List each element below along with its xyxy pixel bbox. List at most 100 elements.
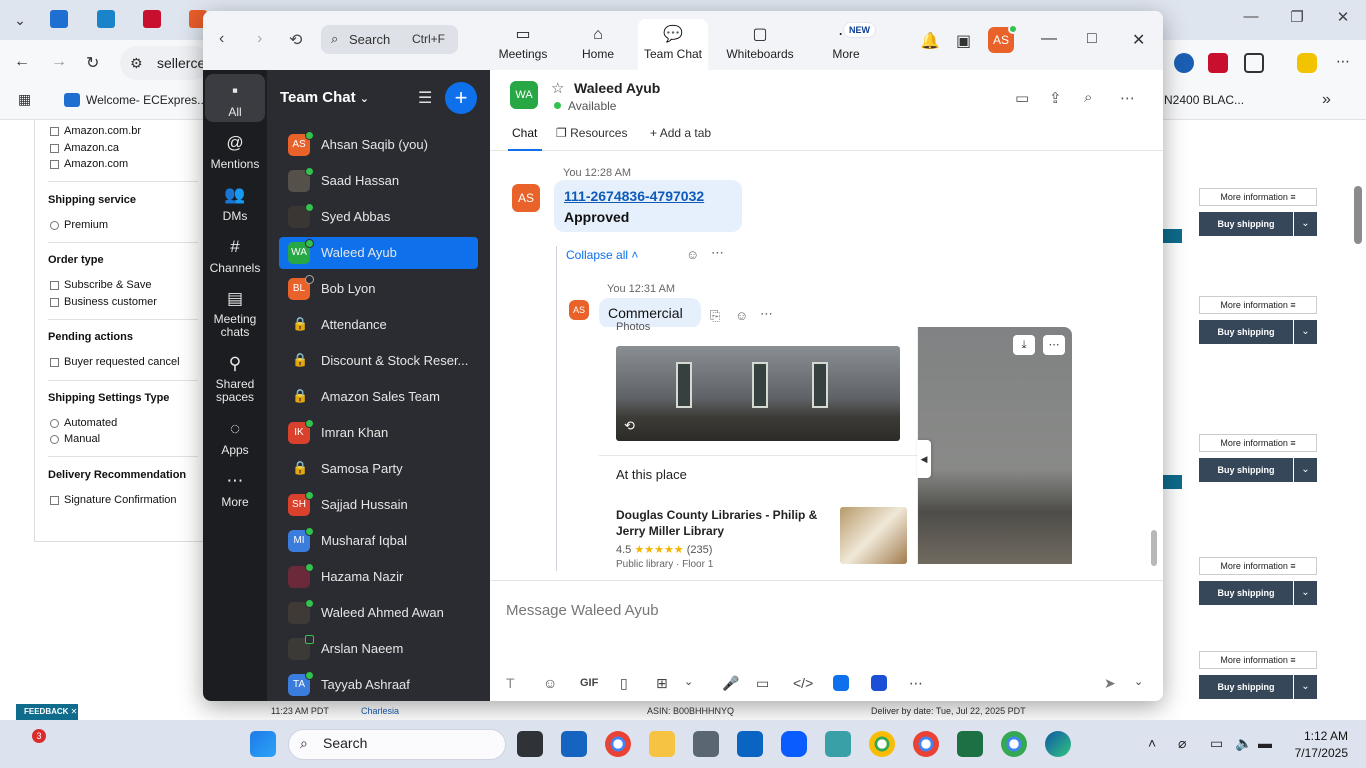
buyer-name-link[interactable]: Charlesia (361, 706, 399, 716)
tab-whiteboards[interactable]: ▢ Whiteboards (724, 19, 796, 70)
tab-favicon-ec[interactable] (50, 10, 68, 28)
zoom-maximize-icon[interactable]: □ (1087, 30, 1097, 48)
store-icon[interactable] (561, 731, 587, 757)
street-view-image[interactable]: ⤓ ⋯ (918, 327, 1072, 564)
collapse-panel-icon[interactable]: ◀ (917, 440, 931, 478)
display-icon[interactable]: ▭ (1210, 735, 1223, 752)
share-screen-icon[interactable]: ⇪ (1049, 89, 1062, 107)
contact-item[interactable]: 🔒 Attendance (279, 309, 478, 341)
rail-shared-spaces[interactable]: ⚲ Shared spaces (205, 353, 265, 404)
buy-shipping-button[interactable]: Buy shipping (1199, 675, 1293, 699)
contact-item[interactable]: Hazama Nazir (279, 561, 478, 593)
message-more-icon[interactable]: ⋯ (760, 306, 773, 322)
contact-item[interactable]: IK Imran Khan (279, 417, 478, 449)
library-thumbnail[interactable] (840, 507, 907, 564)
extensions-puzzle-icon[interactable] (1244, 53, 1264, 73)
filter-business[interactable]: Business customer (50, 296, 157, 308)
checkbox-icon[interactable] (50, 280, 59, 290)
tab-meetings[interactable]: ▭ Meetings (493, 19, 553, 70)
contact-item[interactable]: AS Ahsan Saqib (you) (279, 129, 478, 161)
extension-pdf-icon[interactable] (1208, 53, 1228, 73)
more-information-button[interactable]: More information ≡ (1199, 188, 1317, 206)
video-call-icon[interactable]: ▭ (1015, 89, 1029, 107)
app-teal-icon[interactable] (825, 731, 851, 757)
chat-contact-name[interactable]: Waleed Ayub (574, 80, 660, 96)
image-more-icon[interactable]: ⋯ (1043, 335, 1065, 355)
code-icon[interactable]: </> (793, 675, 813, 691)
more-information-button[interactable]: More information ≡ (1199, 296, 1317, 314)
zoom-minimize-icon[interactable]: — (1041, 30, 1057, 48)
add-reaction-icon[interactable]: ☺ (686, 247, 699, 262)
sender-avatar[interactable]: AS (569, 300, 589, 320)
contact-item[interactable]: 🔒 Discount & Stock Reser... (279, 345, 478, 377)
checkbox-icon[interactable] (50, 143, 59, 153)
refresh-icon[interactable]: ↻ (86, 53, 99, 73)
contact-item[interactable]: MI Musharaf Iqbal (279, 525, 478, 557)
tab-home[interactable]: ⌂ Home (573, 19, 623, 70)
volume-icon[interactable]: 🔈 (1235, 735, 1252, 752)
gif-button[interactable]: GIF (580, 677, 598, 689)
star-icon[interactable]: ☆ (551, 79, 564, 97)
tab-actions-chevron-icon[interactable]: ⌄ (6, 6, 34, 34)
tab-resources[interactable]: ❐ Resources (556, 126, 627, 140)
checkbox-icon[interactable] (50, 159, 59, 169)
url-text[interactable]: sellerce (157, 55, 205, 71)
add-reaction-icon[interactable]: ☺ (735, 308, 748, 323)
browser-restore-icon[interactable]: ❐ (1282, 8, 1312, 26)
chrome-profile-icon[interactable] (1001, 731, 1027, 757)
filter-automated[interactable]: Automated (50, 417, 117, 429)
battery-icon[interactable]: ▬ (1258, 735, 1272, 751)
contact-item[interactable]: SH Sajjad Hussain (279, 489, 478, 521)
send-icon[interactable]: ➤ (1104, 675, 1116, 692)
send-options-icon[interactable]: ⌄ (1134, 675, 1143, 688)
buy-shipping-button[interactable]: Buy shipping (1199, 458, 1293, 482)
reply-thread-icon[interactable]: ⎘ (710, 308, 720, 324)
feedback-tab[interactable]: FEEDBACK ✕ (16, 704, 78, 720)
tab-favicon-red[interactable] (143, 10, 161, 28)
radio-icon[interactable] (50, 434, 59, 444)
checkbox-icon[interactable] (50, 495, 59, 505)
app-blue-icon[interactable] (833, 675, 849, 691)
filter-manual[interactable]: Manual (50, 433, 100, 445)
filter-signature[interactable]: Signature Confirmation (50, 494, 177, 506)
buy-shipping-dropdown-icon[interactable]: ⌄ (1294, 212, 1317, 236)
favorite-n2400[interactable]: N2400 BLAC... (1164, 93, 1244, 107)
rail-meeting-chats[interactable]: ▤ Meeting chats (205, 288, 265, 339)
rail-dms[interactable]: 👥 DMs (205, 184, 265, 223)
sender-avatar[interactable]: AS (512, 184, 540, 212)
forward-icon[interactable]: › (257, 30, 262, 48)
rail-channels[interactable]: # Channels (205, 236, 265, 275)
more-information-button[interactable]: More information ≡ (1199, 434, 1317, 452)
gift-icon[interactable]: ▣ (956, 31, 971, 51)
contact-item[interactable]: Syed Abbas (279, 201, 478, 233)
buy-shipping-button[interactable]: Buy shipping (1199, 212, 1293, 236)
new-chat-plus-icon[interactable]: + (445, 82, 477, 114)
buy-shipping-button[interactable]: Buy shipping (1199, 581, 1293, 605)
checkbox-icon[interactable] (50, 357, 59, 367)
checkbox-icon[interactable] (50, 126, 59, 136)
browser-close-icon[interactable]: ✕ (1328, 8, 1358, 26)
buy-shipping-dropdown-icon[interactable]: ⌄ (1294, 675, 1317, 699)
radio-icon[interactable] (50, 418, 59, 428)
more-information-button[interactable]: More information ≡ (1199, 651, 1317, 669)
more-favorites-icon[interactable]: » (1322, 91, 1331, 109)
tray-chevron-icon[interactable]: ˄ (1148, 735, 1156, 751)
browser-menu-icon[interactable]: ⋯ (1336, 53, 1350, 70)
file-explorer-icon[interactable] (649, 731, 675, 757)
forward-arrow-icon[interactable]: → (51, 53, 67, 71)
buy-shipping-dropdown-icon[interactable]: ⌄ (1294, 320, 1317, 344)
message-bubble[interactable]: 111-2674836-4797032 Approved (554, 180, 742, 232)
library-name[interactable]: Douglas County Libraries - Philip & Jerr… (616, 507, 826, 539)
file-icon[interactable]: ▯ (620, 675, 628, 692)
zoom-close-icon[interactable]: ✕ (1132, 30, 1145, 50)
bell-icon[interactable]: 🔔 (920, 31, 940, 51)
rail-more[interactable]: ⋯ More (205, 470, 265, 509)
edge-icon[interactable] (1045, 731, 1071, 757)
radio-icon[interactable] (50, 220, 59, 230)
microphone-icon[interactable]: 🎤 (722, 675, 739, 692)
screenshot-dropdown-icon[interactable]: ⌄ (684, 675, 693, 688)
team-chat-title[interactable]: Team Chat ⌄ (280, 89, 369, 106)
task-view-icon[interactable] (517, 731, 543, 757)
tab-team-chat[interactable]: 💬 Team Chat (638, 19, 708, 70)
clock-date[interactable]: 7/17/2025 (1280, 746, 1348, 760)
